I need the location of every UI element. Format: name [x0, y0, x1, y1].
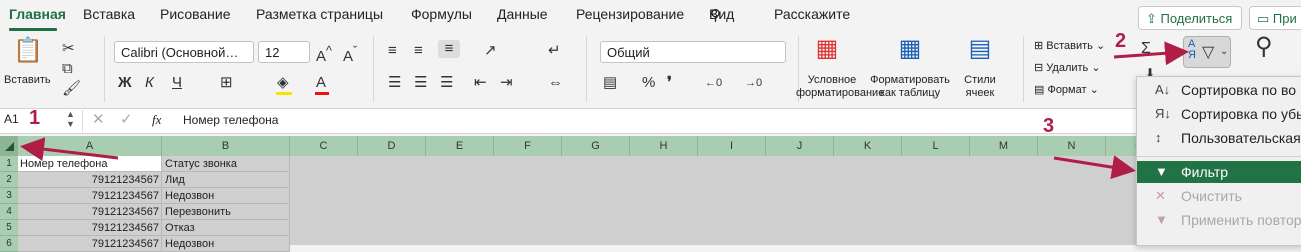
annotation-arrows: [20, 41, 1189, 180]
arrow-1: [20, 137, 119, 162]
arrow-3: [1053, 155, 1136, 180]
arrow-2: [1113, 41, 1189, 66]
